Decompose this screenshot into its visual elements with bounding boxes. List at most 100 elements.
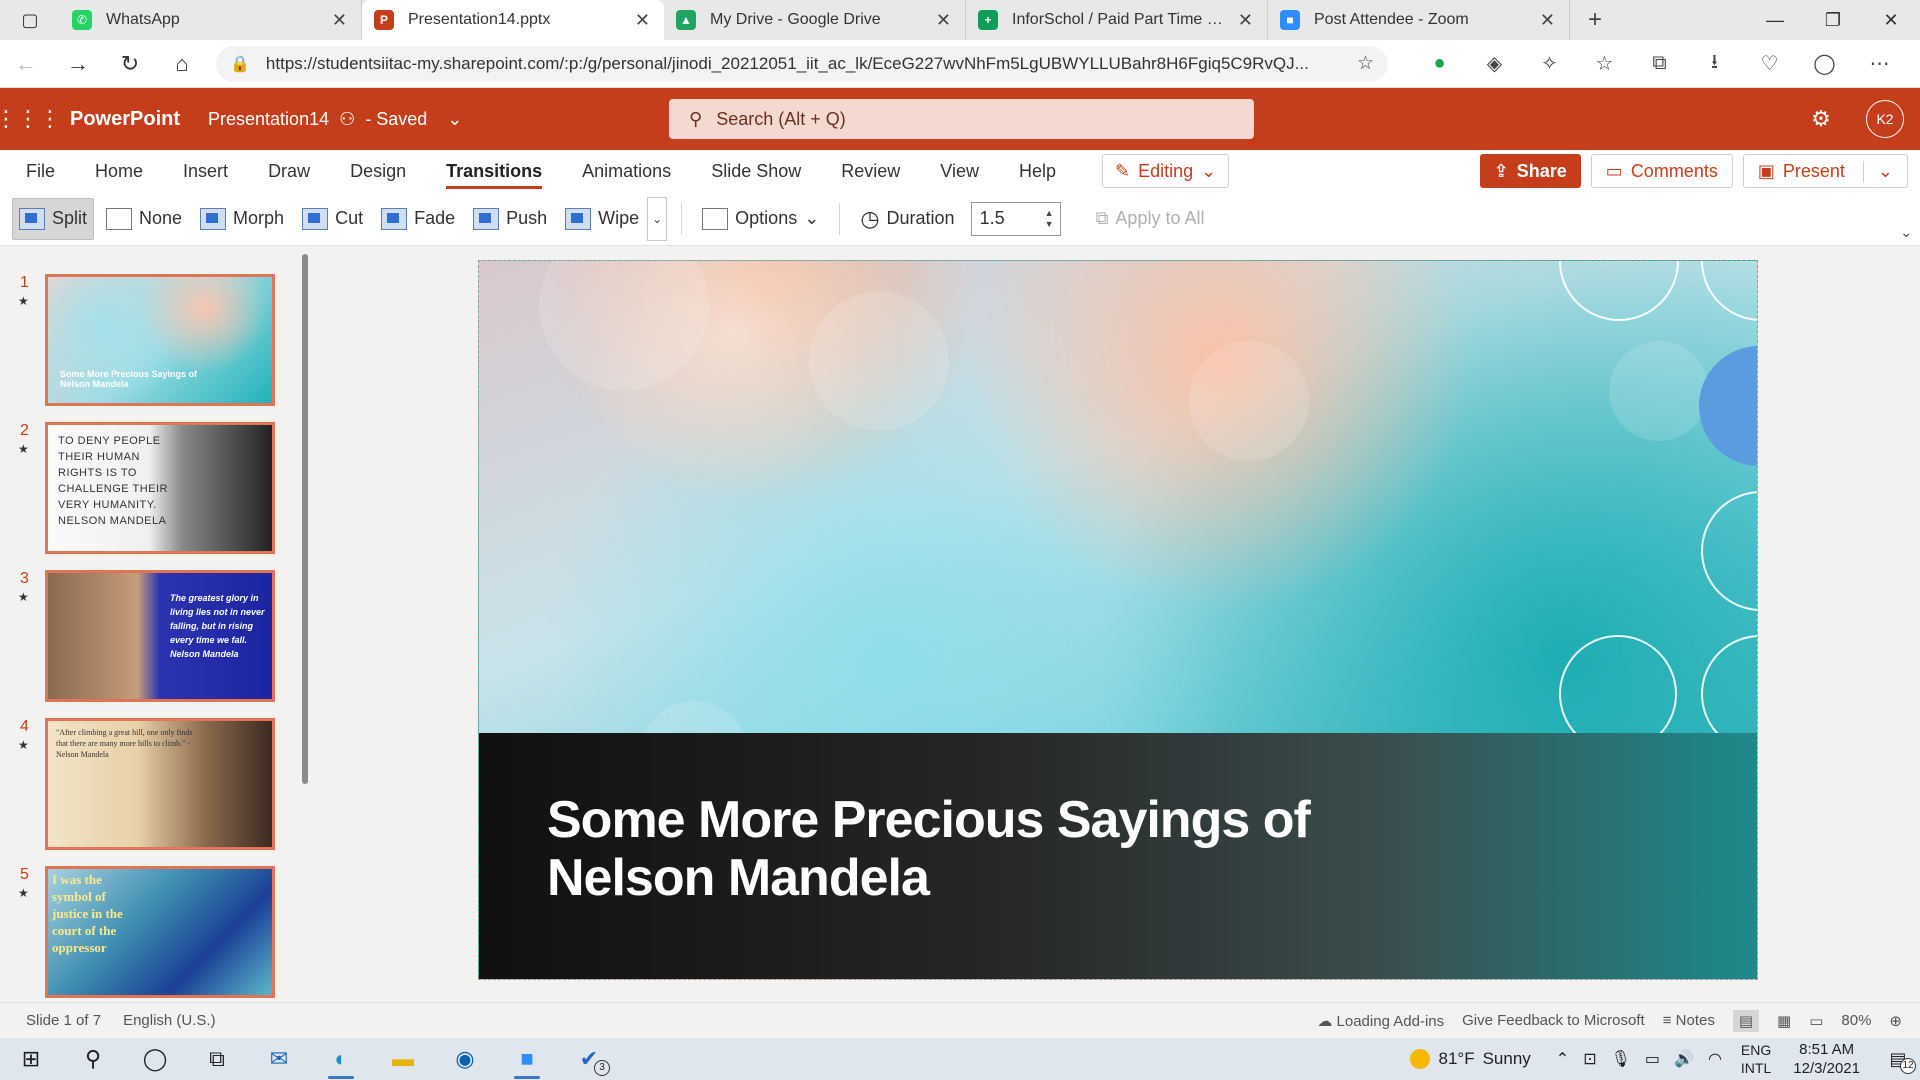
start-icon[interactable]: ⊞ xyxy=(0,1038,62,1080)
browser-tab[interactable]: + InforSchol / Paid Part Time 2021 ✕ xyxy=(966,0,1268,40)
cortana-icon[interactable]: ◯ xyxy=(124,1038,186,1080)
input-language[interactable]: ENG INTL xyxy=(1741,1041,1771,1077)
transition-morph[interactable]: Morph xyxy=(194,198,290,240)
meet-now-icon[interactable]: ⊡ xyxy=(1583,1049,1596,1069)
share-button[interactable]: ⇪ Share xyxy=(1479,154,1581,188)
browser-essentials-icon[interactable]: ♡ xyxy=(1742,51,1797,76)
zoom-icon[interactable]: ■ xyxy=(496,1038,558,1080)
zoom-level[interactable]: 80% xyxy=(1841,1012,1871,1029)
comments-button[interactable]: ▭ Comments xyxy=(1590,154,1733,188)
close-window-icon[interactable]: ✕ xyxy=(1862,0,1920,40)
file-explorer-icon[interactable]: ▬ xyxy=(372,1038,434,1080)
browser-tab[interactable]: ▲ My Drive - Google Drive ✕ xyxy=(664,0,966,40)
home-icon[interactable]: ⌂ xyxy=(156,51,208,77)
notes-button[interactable]: ≡ Notes xyxy=(1663,1012,1715,1029)
restore-icon[interactable]: ❐ xyxy=(1804,0,1862,40)
extension-chat-icon[interactable]: ● xyxy=(1412,52,1467,75)
notification-icon[interactable]: ▤ 12 xyxy=(1876,1049,1920,1074)
minimize-icon[interactable]: — xyxy=(1746,0,1804,40)
refresh-icon[interactable]: ↻ xyxy=(104,51,156,77)
tab-file[interactable]: File xyxy=(6,150,75,192)
volume-icon[interactable]: 🔊 xyxy=(1674,1049,1694,1069)
tab-draw[interactable]: Draw xyxy=(248,150,330,192)
ribbon-collapse-icon[interactable]: ⌄ xyxy=(1900,224,1912,241)
feedback-link[interactable]: Give Feedback to Microsoft xyxy=(1462,1012,1645,1029)
transition-wipe[interactable]: Wipe xyxy=(559,198,645,240)
tab-insert[interactable]: Insert xyxy=(163,150,248,192)
tab-help[interactable]: Help xyxy=(999,150,1076,192)
duration-input[interactable]: 1.5 ▲ ▼ xyxy=(970,201,1061,236)
tab-design[interactable]: Design xyxy=(330,150,426,192)
browser-tab[interactable]: ✆ WhatsApp ✕ xyxy=(60,0,362,40)
task-view-icon[interactable]: ⧉ xyxy=(186,1038,248,1080)
tab-animations[interactable]: Animations xyxy=(562,150,691,192)
close-tab-icon[interactable]: ✕ xyxy=(635,10,650,31)
url-field[interactable]: 🔒 https://studentsiitac-my.sharepoint.co… xyxy=(216,45,1388,82)
current-slide[interactable]: Some More Precious Sayings of Nelson Man… xyxy=(478,260,1758,980)
apply-to-all-button[interactable]: ⧉ Apply to All xyxy=(1090,198,1211,240)
slide-thumbnail-1[interactable]: 1 ★ Some More Precious Sayings of Nelson… xyxy=(0,274,290,406)
transition-cut[interactable]: Cut xyxy=(296,198,369,240)
duration-spinner[interactable]: ▲ ▼ xyxy=(1045,208,1054,230)
favorites-icon[interactable]: ☆ xyxy=(1577,51,1632,76)
forward-icon[interactable]: → xyxy=(52,51,104,77)
browser-tab[interactable]: ■ Post Attendee - Zoom ✕ xyxy=(1268,0,1570,40)
tab-home[interactable]: Home xyxy=(75,150,163,192)
close-tab-icon[interactable]: ✕ xyxy=(1238,10,1253,31)
reading-view-icon[interactable]: ▭ xyxy=(1809,1012,1823,1030)
chevron-down-icon[interactable]: ⌄ xyxy=(447,109,462,130)
extensions-icon[interactable]: ✧ xyxy=(1522,51,1577,76)
search-icon[interactable]: ⚲ xyxy=(62,1038,124,1080)
tab-slide-show[interactable]: Slide Show xyxy=(691,150,821,192)
slide-thumbnail-3[interactable]: 3 ★ The greatest glory in living lies no… xyxy=(0,570,290,702)
slide-thumbnail-4[interactable]: 4 ★ "After climbing a great hill, one on… xyxy=(0,718,290,850)
gallery-expand-icon[interactable]: ⌄ xyxy=(647,196,668,241)
more-icon[interactable]: ⋯ xyxy=(1852,51,1907,76)
tab-actions-icon[interactable]: ▢ xyxy=(0,0,60,40)
present-button[interactable]: ▣ Present ⌄ xyxy=(1742,154,1908,188)
downloads-icon[interactable]: ⭳ xyxy=(1687,47,1742,81)
search-input[interactable]: ⚲ Search (Alt + Q) xyxy=(669,99,1254,139)
mail-icon[interactable]: ✉ xyxy=(248,1038,310,1080)
document-title[interactable]: Presentation14 ⚇ - Saved ⌄ xyxy=(208,109,462,130)
slide-thumbnail-2[interactable]: 2 ★ TO DENY PEOPLE THEIR HUMAN RIGHTS IS… xyxy=(0,422,290,554)
battery-icon[interactable]: ▭ xyxy=(1645,1049,1660,1069)
tab-review[interactable]: Review xyxy=(821,150,920,192)
edge-icon[interactable]: ◐ xyxy=(310,1038,372,1080)
weather-widget[interactable]: 81°F Sunny xyxy=(1410,1049,1531,1069)
effect-options-button[interactable]: Options ⌄ xyxy=(696,198,825,240)
clock[interactable]: 8:51 AM 12/3/2021 xyxy=(1793,1040,1860,1078)
todo-icon[interactable]: ✔ 3 xyxy=(558,1038,620,1080)
present-dropdown-icon[interactable]: ⌄ xyxy=(1862,160,1893,182)
slide-thumbnail-5[interactable]: 5 ★ I was the symbol of justice in the c… xyxy=(0,866,290,998)
transition-push[interactable]: Push xyxy=(467,198,553,240)
language-indicator[interactable]: English (U.S.) xyxy=(123,1012,216,1029)
close-tab-icon[interactable]: ✕ xyxy=(936,10,951,31)
extension-puzzle-icon[interactable]: ◈ xyxy=(1467,51,1522,76)
thumbnail-scrollbar[interactable] xyxy=(302,254,308,784)
back-icon[interactable]: ← xyxy=(0,51,52,77)
profile-icon[interactable]: ◯ xyxy=(1797,51,1852,76)
app-launcher-icon[interactable]: ⋮⋮⋮ xyxy=(0,106,61,132)
transition-fade[interactable]: Fade xyxy=(375,198,461,240)
chevron-up-icon[interactable]: ⌃ xyxy=(1556,1049,1569,1069)
close-tab-icon[interactable]: ✕ xyxy=(332,10,347,31)
settings-gear-icon[interactable]: ⚙ xyxy=(1796,106,1846,132)
transition-split[interactable]: Split xyxy=(12,197,95,240)
collections-icon[interactable]: ⧉ xyxy=(1632,52,1687,75)
dell-icon[interactable]: ◉ xyxy=(434,1038,496,1080)
tab-transitions[interactable]: Transitions xyxy=(426,150,562,192)
slide-sorter-icon[interactable]: ▦ xyxy=(1777,1012,1791,1030)
wifi-icon[interactable]: ◠ xyxy=(1708,1049,1722,1069)
app-name[interactable]: PowerPoint xyxy=(70,108,180,131)
normal-view-icon[interactable]: ▤ xyxy=(1732,1009,1760,1032)
browser-tab[interactable]: P Presentation14.pptx ✕ xyxy=(362,0,664,40)
tab-view[interactable]: View xyxy=(920,150,999,192)
transition-none[interactable]: None xyxy=(100,198,188,240)
add-favorite-icon[interactable]: ☆ xyxy=(1357,52,1374,75)
close-tab-icon[interactable]: ✕ xyxy=(1540,10,1555,31)
slide-title[interactable]: Some More Precious Sayings of Nelson Man… xyxy=(547,791,1447,907)
lock-icon[interactable]: 🔒 xyxy=(230,54,250,74)
microphone-icon[interactable]: 🎙 xyxy=(1611,1049,1631,1069)
new-tab-button[interactable]: + xyxy=(1570,0,1620,40)
